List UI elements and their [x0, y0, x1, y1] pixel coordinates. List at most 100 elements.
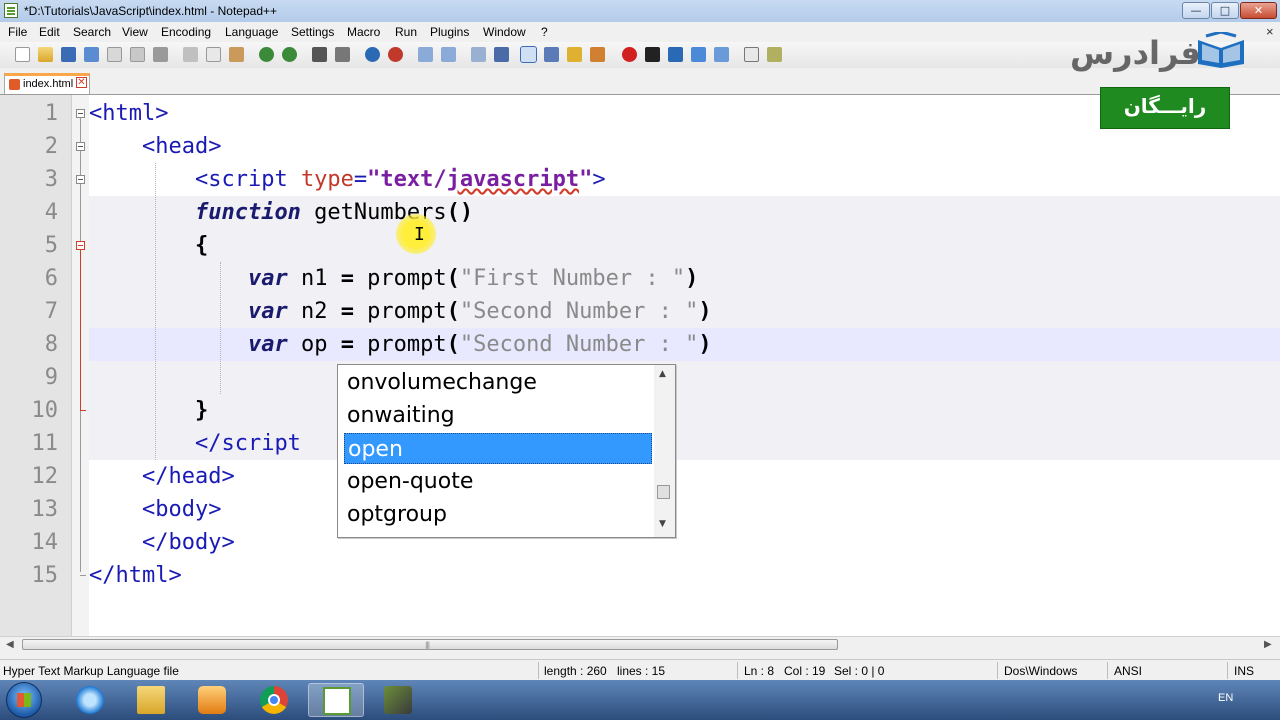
- line-number: 6: [44, 266, 58, 291]
- close-window-button[interactable]: ✕: [1240, 2, 1277, 19]
- taskbar-media-player[interactable]: [184, 683, 240, 717]
- tab-label: index.html: [23, 78, 74, 90]
- copy-icon[interactable]: [206, 47, 221, 62]
- user-language-icon[interactable]: [544, 47, 559, 62]
- function-list-icon[interactable]: [590, 47, 605, 62]
- start-button-icon[interactable]: [6, 682, 42, 718]
- minimize-button[interactable]: —: [1182, 2, 1210, 19]
- scroll-up-icon[interactable]: ▲: [659, 369, 666, 379]
- maximize-button[interactable]: □: [1211, 2, 1239, 19]
- tag: </body>: [141, 530, 235, 555]
- zoom-in-icon[interactable]: [365, 47, 380, 62]
- menu-window[interactable]: Window: [483, 25, 526, 39]
- autocomplete-item[interactable]: onvolumechange: [344, 367, 652, 398]
- find-icon[interactable]: [312, 47, 327, 62]
- word-wrap-icon[interactable]: [471, 47, 486, 62]
- menu-file[interactable]: File: [8, 25, 27, 39]
- keyword: function: [194, 200, 301, 225]
- autocomplete-item[interactable]: onwaiting: [344, 400, 652, 431]
- menu-language[interactable]: Language: [225, 25, 278, 39]
- spell-check-icon[interactable]: [744, 47, 759, 62]
- fold-toggle-icon[interactable]: [76, 142, 85, 151]
- save-macro-icon[interactable]: [714, 47, 729, 62]
- notepadpp-app-icon: [4, 3, 18, 18]
- scroll-left-icon[interactable]: ◀: [6, 639, 14, 650]
- scroll-thumb[interactable]: [657, 485, 670, 499]
- taskbar-app[interactable]: [370, 683, 426, 717]
- code-line-11: </script: [89, 427, 301, 460]
- play-macro-icon[interactable]: [668, 47, 683, 62]
- stop-macro-icon[interactable]: [645, 47, 660, 62]
- line-number: 14: [31, 530, 59, 555]
- scroll-right-icon[interactable]: ▶: [1264, 639, 1272, 650]
- close-document-button[interactable]: ×: [1266, 24, 1274, 39]
- autocomplete-popup[interactable]: onvolumechange onwaiting open open-quote…: [337, 364, 676, 538]
- undo-icon[interactable]: [259, 47, 274, 62]
- fold-toggle-icon[interactable]: [76, 175, 85, 184]
- taskbar-chrome[interactable]: [246, 683, 302, 717]
- fold-toggle-icon[interactable]: [76, 109, 85, 118]
- indent-guide-icon[interactable]: [520, 46, 537, 63]
- new-file-icon[interactable]: [15, 47, 30, 62]
- menu-plugins[interactable]: Plugins: [430, 25, 469, 39]
- tag: </html>: [89, 563, 182, 588]
- horizontal-scrollbar[interactable]: ◀ ||| ▶: [0, 636, 1280, 653]
- tag: >: [592, 167, 606, 192]
- menu-run[interactable]: Run: [395, 25, 417, 39]
- taskbar-file-explorer[interactable]: [123, 683, 179, 717]
- modified-file-icon: [9, 79, 20, 90]
- code-line-15: </html>: [89, 559, 182, 592]
- redo-icon[interactable]: [282, 47, 297, 62]
- paste-icon[interactable]: [229, 47, 244, 62]
- fold-toggle-icon[interactable]: [76, 241, 85, 250]
- save-icon[interactable]: [61, 47, 76, 62]
- window-title: *D:\Tutorials\JavaScript\index.html - No…: [24, 4, 278, 18]
- run-macro-multiple-icon[interactable]: [691, 47, 706, 62]
- scroll-thumb[interactable]: |||: [22, 639, 838, 650]
- autocomplete-item[interactable]: open-quote: [344, 466, 652, 497]
- cut-icon[interactable]: [183, 47, 198, 62]
- zoom-out-icon[interactable]: [388, 47, 403, 62]
- status-encoding[interactable]: ANSI: [1114, 664, 1142, 678]
- menu-settings[interactable]: Settings: [291, 25, 334, 39]
- plugin-tool-icon[interactable]: [767, 47, 782, 62]
- open-file-icon[interactable]: [38, 47, 53, 62]
- doc-map-icon[interactable]: [567, 47, 582, 62]
- status-insert-mode[interactable]: INS: [1234, 664, 1254, 678]
- taskbar-notepadpp[interactable]: [308, 683, 364, 717]
- menu-view[interactable]: View: [122, 25, 148, 39]
- line-number: 4: [44, 200, 58, 225]
- function-call: prompt: [353, 299, 447, 324]
- menu-macro[interactable]: Macro: [347, 25, 380, 39]
- print-icon[interactable]: [153, 47, 168, 62]
- menu-encoding[interactable]: Encoding: [161, 25, 211, 39]
- autocomplete-item-selected[interactable]: open: [344, 433, 652, 464]
- brace: {: [194, 233, 209, 258]
- status-eol[interactable]: Dos\Windows: [1004, 664, 1077, 678]
- free-badge-text: رایـــگان: [1123, 94, 1207, 118]
- close-all-icon[interactable]: [130, 47, 145, 62]
- identifier: n1: [287, 266, 341, 291]
- replace-icon[interactable]: [335, 47, 350, 62]
- operator: =: [340, 332, 354, 357]
- record-macro-icon[interactable]: [622, 47, 637, 62]
- menu-edit[interactable]: Edit: [39, 25, 60, 39]
- tab-close-icon[interactable]: ✕: [76, 77, 87, 88]
- menu-help[interactable]: ?: [541, 25, 548, 39]
- save-all-icon[interactable]: [84, 47, 99, 62]
- scroll-down-icon[interactable]: ▼: [659, 519, 666, 529]
- taskbar-internet-explorer[interactable]: [62, 683, 118, 717]
- autocomplete-scrollbar[interactable]: ▲ ▼: [654, 365, 675, 537]
- input-language-indicator[interactable]: EN: [1218, 692, 1233, 704]
- sync-vertical-icon[interactable]: [418, 47, 433, 62]
- close-file-icon[interactable]: [107, 47, 122, 62]
- tab-index-html[interactable]: index.html ✕: [4, 73, 90, 94]
- show-all-chars-icon[interactable]: [494, 47, 509, 62]
- autocomplete-item[interactable]: optgroup: [344, 499, 652, 530]
- sync-horizontal-icon[interactable]: [441, 47, 456, 62]
- line-number-gutter: 1 2 3 4 5 6 7 8 9 10 11 12 13 14 15: [0, 95, 72, 636]
- menu-search[interactable]: Search: [73, 25, 111, 39]
